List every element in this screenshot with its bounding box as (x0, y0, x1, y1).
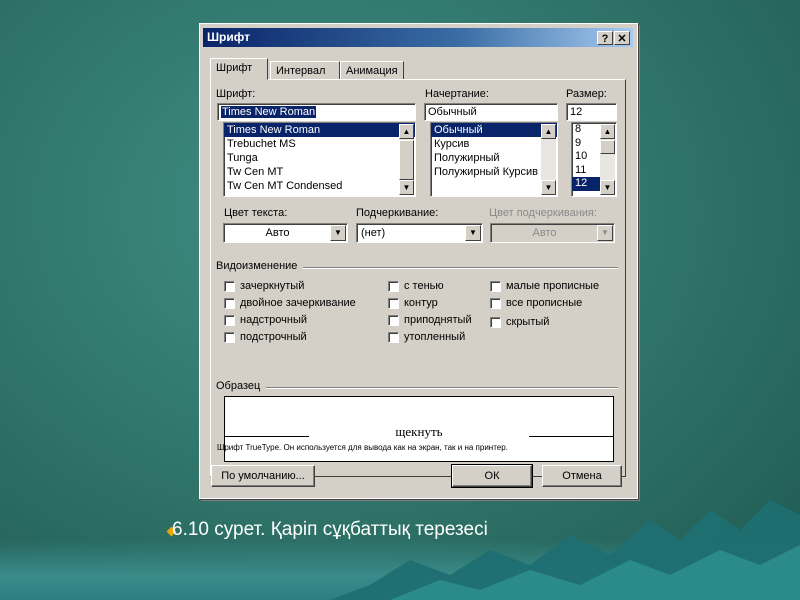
checkbox-box[interactable] (224, 297, 235, 309)
chevron-down-icon: ▼ (597, 225, 613, 241)
size-label: Размер: (566, 88, 607, 100)
scroll-up-icon[interactable]: ▲ (399, 124, 414, 139)
list-item[interactable]: Tw Cen MT Condensed (224, 179, 415, 193)
checkbox-box[interactable] (388, 280, 399, 292)
scroll-thumb[interactable] (399, 140, 414, 180)
mountains-decoration (330, 500, 800, 600)
checkbox-box[interactable] (224, 331, 235, 343)
checkbox-box[interactable] (224, 280, 235, 292)
checkbox-outline[interactable]: контур (388, 297, 438, 311)
preview-sample: щекнуть (395, 424, 443, 439)
baseline-right (529, 436, 613, 437)
list-item[interactable]: Times New Roman (224, 123, 415, 137)
tab-font[interactable]: Шрифт (210, 58, 268, 80)
checkbox-label: все прописные (506, 297, 583, 309)
underline-select[interactable]: (нет) ▼ (356, 223, 483, 243)
checkbox-label: с тенью (404, 280, 444, 292)
scroll-down-icon[interactable]: ▼ (399, 180, 414, 195)
separator (303, 267, 618, 269)
truetype-note: Шрифт TrueType. Он используется для выво… (217, 443, 508, 452)
effects-label: Видоизменение (216, 260, 298, 272)
default-button[interactable]: По умолчанию... (211, 465, 315, 487)
list-item[interactable]: Trebuchet MS (224, 137, 415, 151)
font-list-scrollbar[interactable]: ▲ ▼ (399, 124, 414, 195)
style-list-scrollbar[interactable]: ▲ ▼ (541, 124, 556, 195)
separator (266, 387, 618, 389)
underline-color-value: Авто (532, 227, 557, 239)
checkbox-double-strikethrough[interactable]: двойное зачеркивание (224, 297, 356, 311)
checkbox-hidden[interactable]: скрытый (490, 316, 549, 330)
list-item[interactable]: Полужирный (431, 151, 557, 165)
checkbox-label: надстрочный (240, 314, 307, 326)
list-item[interactable]: Курсив (431, 137, 557, 151)
title-bar: Шрифт ? ✕ (203, 28, 633, 47)
underline-color-label: Цвет подчеркивания: (489, 207, 597, 219)
style-input[interactable]: Обычный (424, 103, 558, 121)
checkbox-label: приподнятый (404, 314, 472, 326)
checkbox-box[interactable] (224, 314, 235, 326)
preview-label: Образец (216, 380, 261, 392)
dialog-title: Шрифт (207, 30, 250, 44)
checkbox-box[interactable] (388, 314, 399, 326)
checkbox-box[interactable] (490, 280, 501, 292)
tab-spacing[interactable]: Интервал (270, 61, 340, 80)
chevron-down-icon[interactable]: ▼ (465, 225, 481, 241)
checkbox-shadow[interactable]: с тенью (388, 280, 444, 294)
ok-button[interactable]: ОК (451, 464, 533, 488)
size-list-scrollbar[interactable]: ▲ ▼ (600, 124, 615, 195)
underline-value: (нет) (361, 227, 386, 239)
checkbox-strikethrough[interactable]: зачеркнутый (224, 280, 304, 294)
scroll-thumb[interactable] (600, 140, 615, 154)
size-list[interactable]: 8 9 10 11 12 ▲ ▼ (571, 122, 617, 197)
preview-box: щекнуть (224, 396, 614, 462)
checkbox-label: скрытый (506, 316, 550, 328)
checkbox-label: утопленный (404, 331, 466, 343)
font-input-value: Times New Roman (221, 106, 317, 118)
checkbox-subscript[interactable]: подстрочный (224, 331, 307, 345)
font-label: Шрифт: (216, 88, 256, 100)
chevron-down-icon[interactable]: ▼ (330, 225, 346, 241)
checkbox-label: зачеркнутый (240, 280, 305, 292)
list-item[interactable]: Обычный (431, 123, 557, 137)
close-button[interactable]: ✕ (614, 31, 630, 45)
checkbox-box[interactable] (490, 297, 501, 309)
checkbox-label: контур (404, 297, 438, 309)
list-item[interactable]: Tw Cen MT (224, 165, 415, 179)
size-input[interactable]: 12 (566, 103, 617, 121)
checkbox-all-caps[interactable]: все прописные (490, 297, 582, 311)
checkbox-box[interactable] (388, 331, 399, 343)
text-color-select[interactable]: Авто ▼ (223, 223, 348, 243)
text-color-label: Цвет текста: (224, 207, 288, 219)
checkbox-engrave[interactable]: утопленный (388, 331, 465, 345)
scroll-up-icon[interactable]: ▲ (541, 124, 556, 139)
checkbox-small-caps[interactable]: малые прописные (490, 280, 599, 294)
underline-label: Подчеркивание: (356, 207, 439, 219)
font-list[interactable]: Times New Roman Trebuchet MS Tunga Tw Ce… (223, 122, 416, 197)
cancel-button[interactable]: Отмена (542, 465, 622, 487)
checkbox-box[interactable] (388, 297, 399, 309)
scroll-down-icon[interactable]: ▼ (600, 180, 615, 195)
checkbox-emboss[interactable]: приподнятый (388, 314, 472, 328)
checkbox-superscript[interactable]: надстрочный (224, 314, 307, 328)
list-item[interactable]: Tunga (224, 151, 415, 165)
checkbox-label: подстрочный (240, 331, 307, 343)
list-item[interactable]: Полужирный Курсив (431, 165, 557, 179)
tab-animation[interactable]: Анимация (340, 61, 404, 80)
text-color-value: Авто (265, 227, 290, 239)
font-tab-panel: Шрифт: Times New Roman Times New Roman T… (210, 79, 626, 477)
help-button[interactable]: ? (597, 31, 613, 45)
list-item[interactable]: 12 (572, 177, 600, 191)
style-label: Начертание: (425, 88, 489, 100)
scroll-up-icon[interactable]: ▲ (600, 124, 615, 139)
checkbox-label: двойное зачеркивание (240, 297, 356, 309)
figure-caption: 6.10 сурет. Қаріп сұқбаттық терезесі (172, 519, 488, 540)
checkbox-label: малые прописные (506, 280, 600, 292)
font-dialog: Шрифт ? ✕ Шрифт Интервал Анимация Шрифт:… (199, 23, 638, 499)
scroll-down-icon[interactable]: ▼ (541, 180, 556, 195)
style-list[interactable]: Обычный Курсив Полужирный Полужирный Кур… (430, 122, 558, 197)
checkbox-box[interactable] (490, 316, 501, 328)
underline-color-select: Авто ▼ (490, 223, 615, 243)
font-input[interactable]: Times New Roman (217, 103, 416, 121)
